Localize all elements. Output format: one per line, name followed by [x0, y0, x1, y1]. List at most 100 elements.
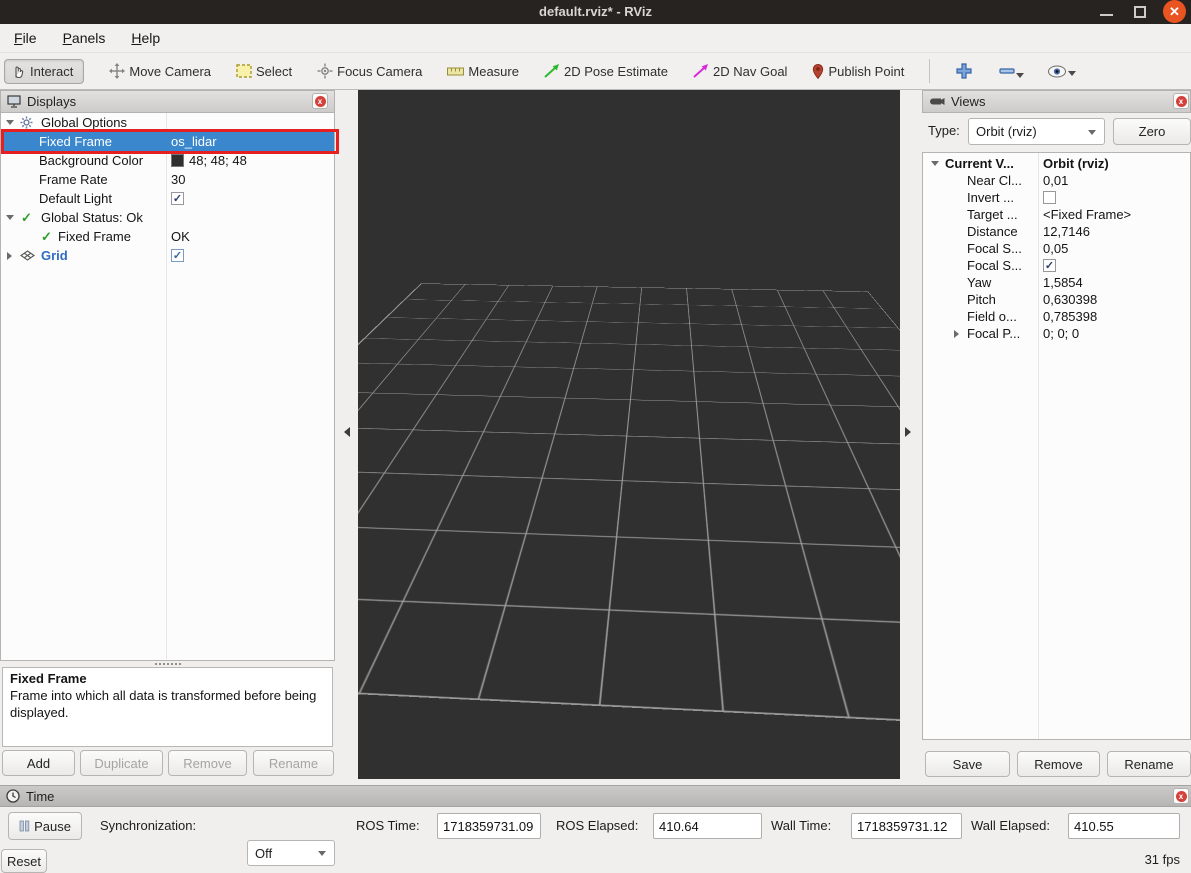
menu-panels[interactable]: Panels: [57, 28, 112, 48]
grid-icon: [20, 250, 35, 261]
dropdown-arrow-icon[interactable]: [1016, 73, 1024, 78]
zero-button[interactable]: Zero: [1113, 118, 1191, 145]
remove-tool-button[interactable]: [998, 62, 1016, 80]
displays-panel-close-button[interactable]: x: [312, 93, 328, 109]
focal-shape-checkbox[interactable]: ✓: [1043, 259, 1056, 272]
collapse-right-panel-handle[interactable]: [905, 427, 911, 437]
views-row-focal-point[interactable]: Focal P... 0; 0; 0: [923, 325, 1190, 342]
color-swatch[interactable]: [171, 154, 184, 167]
clock-icon: [6, 789, 20, 803]
move-camera-tool[interactable]: Move Camera: [109, 63, 211, 79]
time-panel-header[interactable]: Time: [0, 785, 1191, 807]
views-panel-close-button[interactable]: x: [1173, 93, 1189, 109]
time-panel-close-button[interactable]: x: [1173, 788, 1189, 804]
status-ok-check-icon: ✓: [21, 210, 32, 226]
sync-combo[interactable]: Off: [247, 840, 335, 866]
close-icon: ✕: [1169, 4, 1180, 20]
minimize-button[interactable]: [1100, 14, 1113, 16]
add-button[interactable]: Add: [2, 750, 75, 776]
chevron-left-icon: [344, 427, 350, 437]
menu-file[interactable]: File: [8, 28, 43, 48]
expander-right-icon[interactable]: [7, 252, 12, 260]
description-title: Fixed Frame: [10, 671, 325, 688]
displays-panel-title: Displays: [27, 94, 76, 109]
select-icon: [236, 64, 252, 78]
views-panel-header[interactable]: Views: [922, 90, 1191, 113]
grid-checkbox[interactable]: ✓: [171, 249, 184, 262]
expander-down-icon[interactable]: [6, 215, 14, 220]
visibility-tool-button[interactable]: [1047, 65, 1067, 78]
default-light-checkbox[interactable]: ✓: [171, 192, 184, 205]
measure-tool[interactable]: Measure: [447, 64, 519, 79]
views-row-pitch[interactable]: Pitch 0,630398: [923, 291, 1190, 308]
expander-right-icon[interactable]: [954, 330, 959, 338]
tree-row-fixed-frame-status[interactable]: ✓ Fixed Frame OK: [1, 227, 334, 246]
close-window-button[interactable]: ✕: [1163, 0, 1186, 23]
tree-row-global-options[interactable]: Global Options: [1, 113, 334, 132]
pose-estimate-tool[interactable]: 2D Pose Estimate: [544, 64, 668, 79]
rename-view-button[interactable]: Rename: [1107, 751, 1191, 777]
views-row-yaw[interactable]: Yaw 1,5854: [923, 274, 1190, 291]
select-tool[interactable]: Select: [236, 64, 292, 79]
toolbar: Interact Move Camera Select Focus Camera…: [0, 53, 1191, 90]
close-icon: x: [315, 96, 326, 107]
wall-time-label: Wall Time:: [771, 812, 831, 840]
wall-time-field[interactable]: 1718359731.12: [851, 813, 962, 839]
expander-down-icon[interactable]: [6, 120, 14, 125]
views-row-target[interactable]: Target ... <Fixed Frame>: [923, 206, 1190, 223]
chevron-down-icon: [1088, 130, 1096, 135]
interact-tool-button[interactable]: Interact: [4, 59, 84, 84]
focus-camera-tool[interactable]: Focus Camera: [317, 63, 422, 79]
tree-row-default-light[interactable]: Default Light ✓: [1, 189, 334, 208]
invert-checkbox[interactable]: [1043, 191, 1056, 204]
save-view-button[interactable]: Save: [925, 751, 1010, 777]
views-row-distance[interactable]: Distance 12,7146: [923, 223, 1190, 240]
remove-display-button[interactable]: Remove: [168, 750, 247, 776]
ros-time-field[interactable]: 1718359731.09: [437, 813, 541, 839]
tree-row-background-color[interactable]: Background Color 48; 48; 48: [1, 151, 334, 170]
ros-elapsed-field[interactable]: 410.64: [653, 813, 762, 839]
menu-help[interactable]: Help: [125, 28, 166, 48]
remove-view-button[interactable]: Remove: [1017, 751, 1100, 777]
pause-icon: [19, 820, 30, 832]
move-camera-icon: [109, 63, 125, 79]
views-row-invert[interactable]: Invert ...: [923, 189, 1190, 206]
frame-rate-value[interactable]: 30: [171, 172, 185, 187]
tree-row-frame-rate[interactable]: Frame Rate 30: [1, 170, 334, 189]
close-icon: x: [1176, 791, 1187, 802]
views-row-near-clip[interactable]: Near Cl... 0,01: [923, 172, 1190, 189]
ros-time-label: ROS Time:: [356, 812, 420, 840]
minus-icon: [998, 62, 1016, 80]
view-type-combo[interactable]: Orbit (rviz): [968, 118, 1105, 145]
description-body: Frame into which all data is transformed…: [10, 688, 325, 722]
views-row-focal-shape-fixed[interactable]: Focal S... ✓: [923, 257, 1190, 274]
background-color-value[interactable]: 48; 48; 48: [189, 153, 247, 168]
displays-panel-header[interactable]: Displays: [0, 90, 335, 113]
reset-button[interactable]: Reset: [1, 849, 47, 873]
rename-display-button[interactable]: Rename: [253, 750, 334, 776]
tree-row-global-status[interactable]: ✓ Global Status: Ok: [1, 208, 334, 227]
publish-point-tool[interactable]: Publish Point: [812, 64, 904, 79]
nav-goal-tool[interactable]: 2D Nav Goal: [693, 64, 787, 79]
fixed-frame-value[interactable]: os_lidar: [171, 134, 217, 149]
dropdown-arrow-icon[interactable]: [1068, 71, 1076, 76]
wall-elapsed-field[interactable]: 410.55: [1068, 813, 1180, 839]
description-box: Fixed Frame Frame into which all data is…: [2, 667, 333, 747]
fixed-frame-status-value: OK: [171, 229, 190, 244]
expander-down-icon[interactable]: [931, 161, 939, 166]
pause-button[interactable]: Pause: [8, 812, 82, 840]
pin-icon: [812, 64, 824, 79]
views-row-current-view[interactable]: Current V... Orbit (rviz): [923, 155, 1190, 172]
duplicate-button[interactable]: Duplicate: [80, 750, 163, 776]
views-row-focal-shape-size[interactable]: Focal S... 0,05: [923, 240, 1190, 257]
displays-icon: [7, 95, 21, 108]
views-tree: Current V... Orbit (rviz) Near Cl... 0,0…: [922, 152, 1191, 740]
3d-viewport[interactable]: [358, 90, 900, 779]
menu-bar: File Panels Help: [0, 24, 1191, 53]
collapse-left-panel-handle[interactable]: [344, 427, 350, 437]
tree-row-fixed-frame[interactable]: Fixed Frame os_lidar: [1, 132, 334, 151]
add-tool-button[interactable]: [955, 62, 973, 80]
maximize-button[interactable]: [1134, 6, 1146, 18]
tree-row-grid[interactable]: Grid ✓: [1, 246, 334, 265]
views-row-field-of-view[interactable]: Field o... 0,785398: [923, 308, 1190, 325]
